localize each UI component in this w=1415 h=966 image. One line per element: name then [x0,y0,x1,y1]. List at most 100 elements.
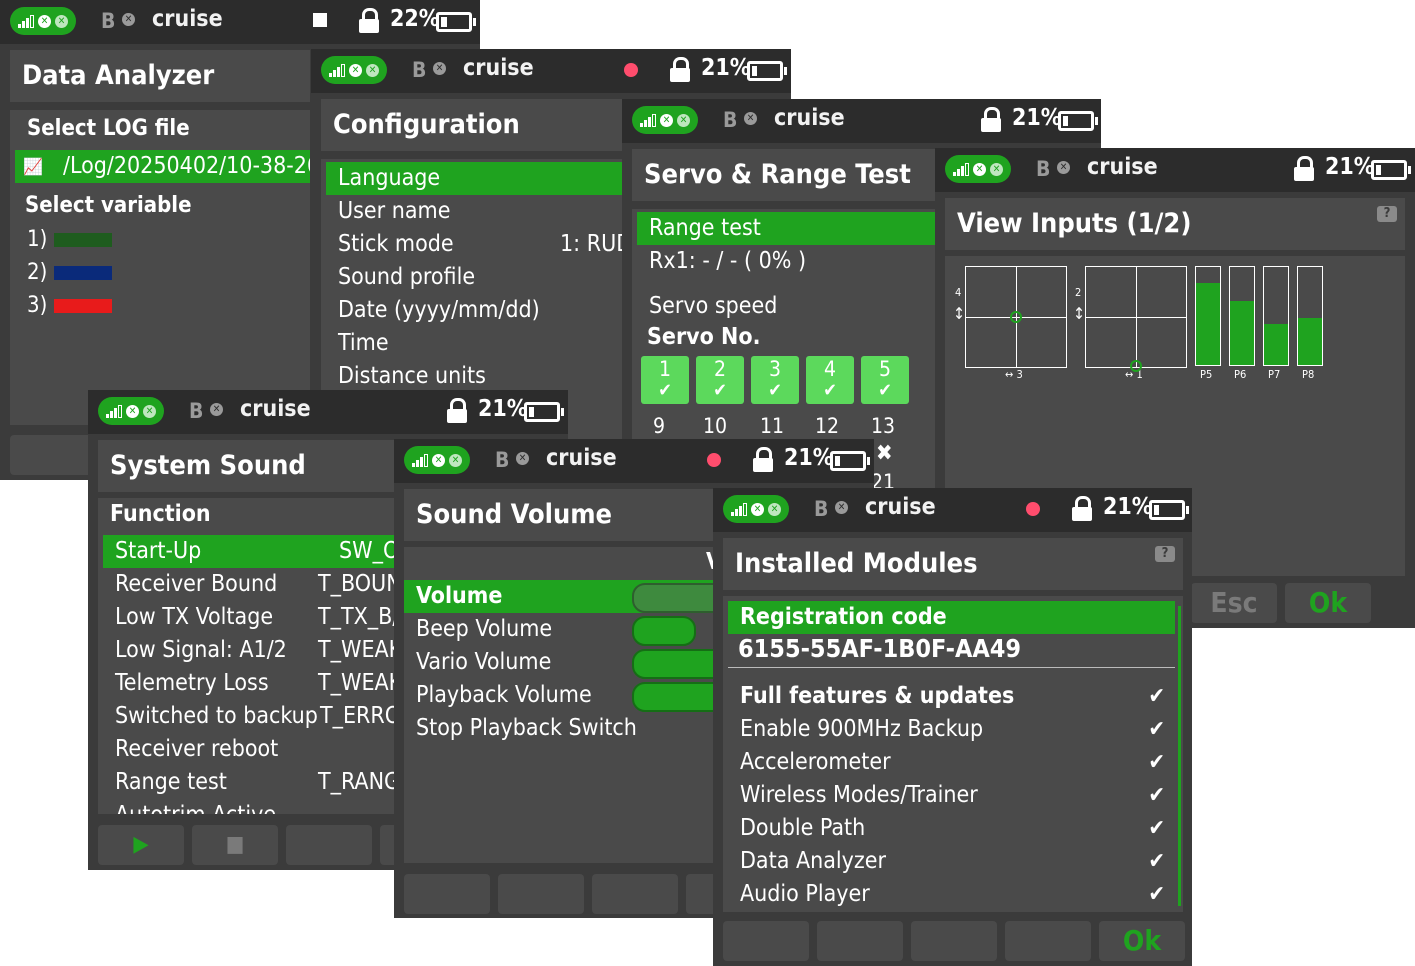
sound-row[interactable]: Receiver reboot [103,733,398,766]
signal-icon [106,404,122,418]
servo-toggle-1[interactable]: 1 ✔ [641,356,689,404]
footer-button[interactable] [10,435,100,475]
ok-button[interactable]: Ok [1285,583,1371,623]
menu-item-time[interactable]: Time [326,327,631,360]
input-bar-label: P7 [1268,368,1281,381]
servo-number-9[interactable]: 9 [653,414,665,438]
servo-toggle-2[interactable]: 2 ✔ [696,356,744,404]
esc-button[interactable]: Esc [1191,583,1277,623]
model-name: cruise [152,6,223,32]
input-bar-label: P8 [1302,368,1315,381]
close-icon[interactable]: ✖ [876,441,893,466]
record-dot-icon [707,453,721,467]
ok-button[interactable]: Ok [1099,921,1185,961]
variable-3[interactable]: 3) [27,289,112,322]
module-row[interactable]: Full features & updates ✔ [728,680,1183,713]
menu-item-sound-profile[interactable]: Sound profile [326,261,631,294]
variable-2[interactable]: 2) [27,256,112,289]
sound-row[interactable]: Autotrim Active [103,799,398,814]
module-row[interactable]: Enable 900MHz Backup ✔ [728,713,1183,746]
sound-list: Function Start-Up SW_O Receiver Bound T_BO… [98,498,398,814]
menu-item-distance-units[interactable]: Distance units [326,360,631,393]
status-bar: ✕ ✕ B ✕ cruise 21% [88,390,568,434]
check-icon: ✔ [878,380,892,401]
variable-1[interactable]: 1) [27,223,112,256]
receiver-b-label: B [814,497,829,521]
sound-row[interactable]: Low TX Voltage T_TX_B/ [103,601,398,634]
play-button[interactable]: ▶ [98,825,184,865]
menu-item-user-name[interactable]: User name [326,195,631,228]
footer-button[interactable] [404,874,490,914]
menu-item-date[interactable]: Date (yyyy/mm/dd) [326,294,631,327]
footer-button[interactable] [286,825,372,865]
footer-button[interactable] [911,921,997,961]
servo-speed-item[interactable]: Servo speed [637,290,942,323]
module-row[interactable]: Double Path ✔ [728,812,1183,845]
servo-number-12[interactable]: 12 [815,414,839,438]
servo-toggle-5[interactable]: 5 ✔ [861,356,909,404]
sound-row[interactable]: Switched to backup T_ERRO [103,700,398,733]
rf-status-pill[interactable]: ✕ ✕ [404,446,470,474]
stop-square-icon [313,13,327,27]
module-row[interactable]: Accelerometer ✔ [728,746,1183,779]
menu-item-language[interactable]: Language [326,162,631,195]
receiver-b-x-icon: ✕ [1057,161,1070,174]
stop-button[interactable]: ■ [192,825,278,865]
registration-code-row[interactable]: Registration code [728,601,1175,634]
module-row[interactable]: Wireless Modes/Trainer ✔ [728,779,1183,812]
stop-playback-switch-row[interactable]: Stop Playback Switch [404,712,724,745]
input-bar-label: P5 [1200,368,1213,381]
battery-percent: 21% [701,55,751,81]
analyzer-panel: Select LOG file 📈 /Log/20250402/10-38-26… [10,110,310,425]
rf-status-pill[interactable]: ✕ ✕ [945,155,1011,183]
rf-status-pill[interactable]: ✕ ✕ [723,495,789,523]
scrollbar[interactable] [1178,606,1181,906]
close-circle-icon: ✕ [366,63,379,77]
check-icon: ✔ [713,380,727,401]
receiver-b-label: B [1036,157,1051,181]
footer-button[interactable] [1005,921,1091,961]
servo-number-10[interactable]: 10 [703,414,727,438]
sound-row[interactable]: Range test T_RANG [103,766,398,799]
log-file-selector[interactable]: 📈 /Log/20250402/10-38-26. [15,150,310,183]
servo-number-11[interactable]: 11 [760,414,784,438]
rf-status-pill[interactable]: ✕ ✕ [98,397,164,425]
input-bar-p8 [1297,266,1323,366]
battery-icon [1058,111,1098,131]
rf-status-pill[interactable]: ✕ ✕ [632,106,698,134]
status-bar: ✕ ✕ B ✕ cruise 21% [394,439,874,483]
check-icon: ✔ [1148,849,1165,874]
footer-button[interactable] [817,921,903,961]
sound-row[interactable]: Low Signal: A1/2 T_WEAK [103,634,398,667]
footer-button[interactable] [723,921,809,961]
module-row[interactable]: Data Analyzer ✔ [728,845,1183,878]
help-icon[interactable]: ? [1155,546,1175,562]
footer-button[interactable] [498,874,584,914]
model-name: cruise [774,105,845,131]
check-icon: ✔ [1148,783,1165,808]
signal-icon [731,502,747,516]
log-file-path: /Log/20250402/10-38-26. [63,153,310,179]
title-bar: Installed Modules ? [723,538,1183,590]
rf-status-pill[interactable]: ✕ ✕ [321,56,387,84]
footer-button[interactable] [592,874,678,914]
close-circle-icon: ✕ [768,502,781,516]
help-icon[interactable]: ? [1377,206,1397,222]
range-test-item[interactable]: Range test [637,212,942,245]
servo-toggle-3[interactable]: 3 ✔ [751,356,799,404]
check-icon: ✔ [768,380,782,401]
lock-icon [446,398,468,424]
module-row[interactable]: Audio Player ✔ [728,878,1183,911]
rf-status-pill[interactable]: ✕ ✕ [10,7,76,35]
sound-row[interactable]: Receiver Bound T_BOUN [103,568,398,601]
menu-item-stick-mode[interactable]: Stick mode 1: RUD [326,228,632,261]
servo-number-13[interactable]: 13 [871,414,895,438]
sound-row[interactable]: Telemetry Loss T_WEAK [103,667,398,700]
lock-icon [752,447,774,473]
sound-row[interactable]: Start-Up SW_O [103,535,398,568]
servo-toggle-4[interactable]: 4 ✔ [806,356,854,404]
signal-icon [412,453,428,467]
beep-volume-slider[interactable] [632,616,696,646]
check-icon: ✔ [823,380,837,401]
receiver-b-x-icon: ✕ [516,452,529,465]
